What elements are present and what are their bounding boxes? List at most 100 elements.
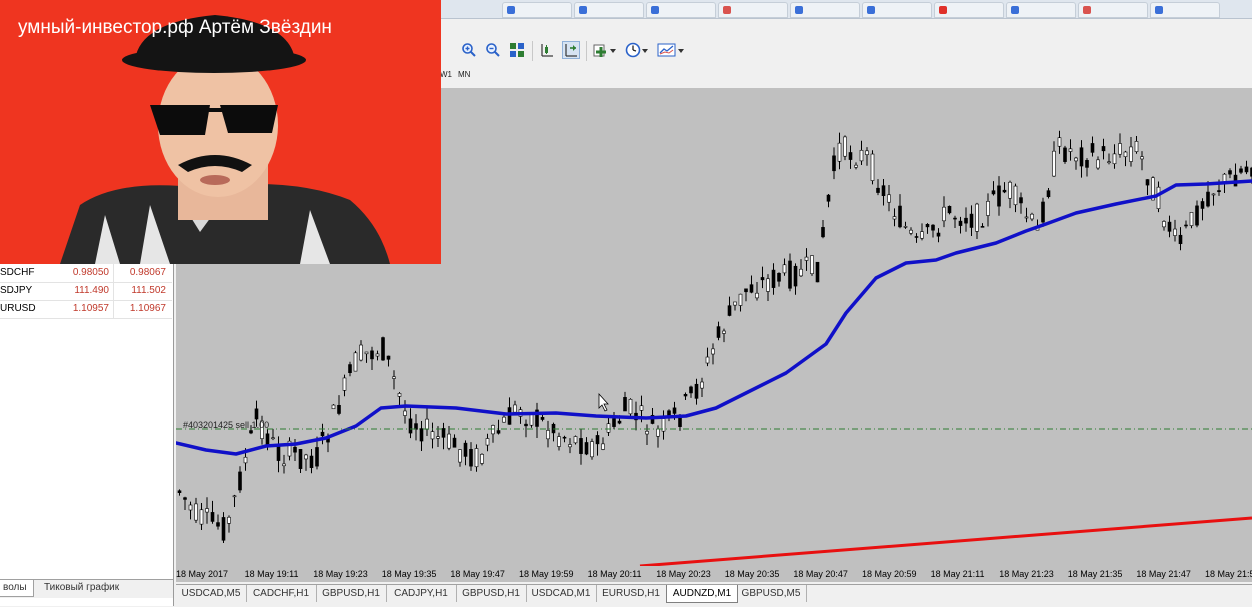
trend-line xyxy=(640,518,1252,566)
candle-body xyxy=(558,437,561,447)
chart-tab[interactable]: CADCHF,H1 xyxy=(246,585,317,602)
candle-body xyxy=(915,236,918,237)
browser-tab[interactable] xyxy=(574,2,644,18)
browser-tab[interactable] xyxy=(790,2,860,18)
candle-body xyxy=(800,269,803,276)
candle-body xyxy=(1179,235,1182,243)
candle-body xyxy=(1097,160,1100,168)
browser-tab[interactable] xyxy=(1078,2,1148,18)
bid-price: 0.98050 xyxy=(73,267,109,278)
browser-tab[interactable] xyxy=(718,2,788,18)
candle-body xyxy=(1119,144,1122,155)
browser-tab[interactable] xyxy=(1006,2,1076,18)
candle-body xyxy=(888,195,891,202)
candle-body xyxy=(1014,186,1017,205)
timeframe-mn[interactable]: MN xyxy=(458,70,470,79)
candle-body xyxy=(910,230,913,233)
zoom-out-icon[interactable] xyxy=(484,41,502,59)
candle-body xyxy=(448,434,451,448)
ask-price: 111.502 xyxy=(131,285,166,296)
candle-body xyxy=(789,261,792,288)
candle-body xyxy=(695,384,698,398)
timeframe-w1[interactable]: W1 xyxy=(440,70,452,79)
chart-tab[interactable]: AUDNZD,M1 xyxy=(666,585,738,603)
bid-price: 111.490 xyxy=(74,285,109,296)
browser-tab[interactable] xyxy=(1150,2,1220,18)
chart-tab[interactable]: GBPUSD,M5 xyxy=(736,585,807,602)
tab-tick-chart[interactable]: Тиковый график xyxy=(40,580,123,596)
candle-body xyxy=(283,464,286,466)
candle-body xyxy=(189,505,192,510)
browser-tab[interactable] xyxy=(502,2,572,18)
candle-body xyxy=(1141,157,1144,159)
candle-body xyxy=(959,221,962,225)
templates-icon[interactable] xyxy=(656,41,686,59)
tab-favicon-icon xyxy=(579,6,587,14)
column-divider xyxy=(113,300,114,318)
chart-tab[interactable]: GBPUSD,H1 xyxy=(456,585,527,602)
candle-body xyxy=(1058,138,1061,147)
indicators-icon[interactable] xyxy=(592,41,618,59)
chart-tab[interactable]: GBPUSD,H1 xyxy=(316,585,387,602)
chart-shift-icon[interactable] xyxy=(538,41,556,59)
chart-tab[interactable]: USDCAD,M1 xyxy=(526,585,597,602)
autoscroll-icon[interactable] xyxy=(562,41,580,59)
candle-body xyxy=(1146,180,1149,186)
candle-body xyxy=(932,225,935,230)
candle-body xyxy=(437,437,440,439)
time-label: 18 May 19:59 xyxy=(519,569,574,579)
candle-body xyxy=(486,439,489,446)
candle-body xyxy=(547,430,550,438)
candle-body xyxy=(646,431,649,434)
candle-body xyxy=(442,428,445,437)
candle-body xyxy=(613,419,616,427)
chart-tab[interactable]: USDCAD,M5 xyxy=(176,585,247,602)
time-label: 18 May 20:23 xyxy=(656,569,711,579)
market-watch-panel: SDCHF 0.98050 0.98067 SDJPY 111.490 111.… xyxy=(0,264,174,606)
candle-body xyxy=(1031,214,1034,219)
candle-body xyxy=(871,154,874,181)
zoom-in-icon[interactable] xyxy=(460,41,478,59)
candle-body xyxy=(250,431,253,433)
tile-windows-icon[interactable] xyxy=(508,41,526,59)
candle-body xyxy=(585,442,588,454)
time-label: 18 May 20:47 xyxy=(793,569,848,579)
toolbar-separator xyxy=(532,41,533,61)
candle-body xyxy=(921,232,924,239)
browser-tab[interactable] xyxy=(862,2,932,18)
candle-body xyxy=(239,472,242,490)
periods-icon[interactable] xyxy=(624,41,650,59)
candle-body xyxy=(1163,221,1166,226)
market-watch-row[interactable]: SDJPY 111.490 111.502 xyxy=(0,282,172,301)
candle-body xyxy=(717,327,720,338)
candle-body xyxy=(464,443,467,456)
candle-body xyxy=(712,349,715,354)
time-label: 18 May 21:59 xyxy=(1205,569,1252,579)
candle-body xyxy=(1245,167,1248,172)
candle-body xyxy=(1003,190,1006,192)
candle-body xyxy=(184,498,187,500)
market-watch-row[interactable]: URUSD 1.10957 1.10967 xyxy=(0,300,172,319)
candle-body xyxy=(816,262,819,282)
candle-body xyxy=(827,195,830,201)
browser-tab[interactable] xyxy=(646,2,716,18)
browser-tab[interactable] xyxy=(934,2,1004,18)
tab-favicon-icon xyxy=(1083,6,1091,14)
chart-tab[interactable]: CADJPY,H1 xyxy=(386,585,457,602)
time-label: 18 May 21:35 xyxy=(1068,569,1123,579)
candle-body xyxy=(838,143,841,161)
candle-body xyxy=(574,437,577,443)
candle-body xyxy=(1130,147,1133,162)
chart-tab[interactable]: EURUSD,H1 xyxy=(596,585,667,602)
candle-body xyxy=(228,517,231,523)
tab-favicon-icon xyxy=(507,6,515,14)
candle-body xyxy=(811,256,814,274)
candle-body xyxy=(343,378,346,390)
tab-symbols[interactable]: волы xyxy=(0,580,34,597)
candle-body xyxy=(541,417,544,419)
candle-body xyxy=(338,405,341,413)
ask-price: 1.10967 xyxy=(130,303,166,314)
market-watch-row[interactable]: SDCHF 0.98050 0.98067 xyxy=(0,264,172,283)
candle-body xyxy=(1240,169,1243,172)
candle-body xyxy=(640,406,643,411)
